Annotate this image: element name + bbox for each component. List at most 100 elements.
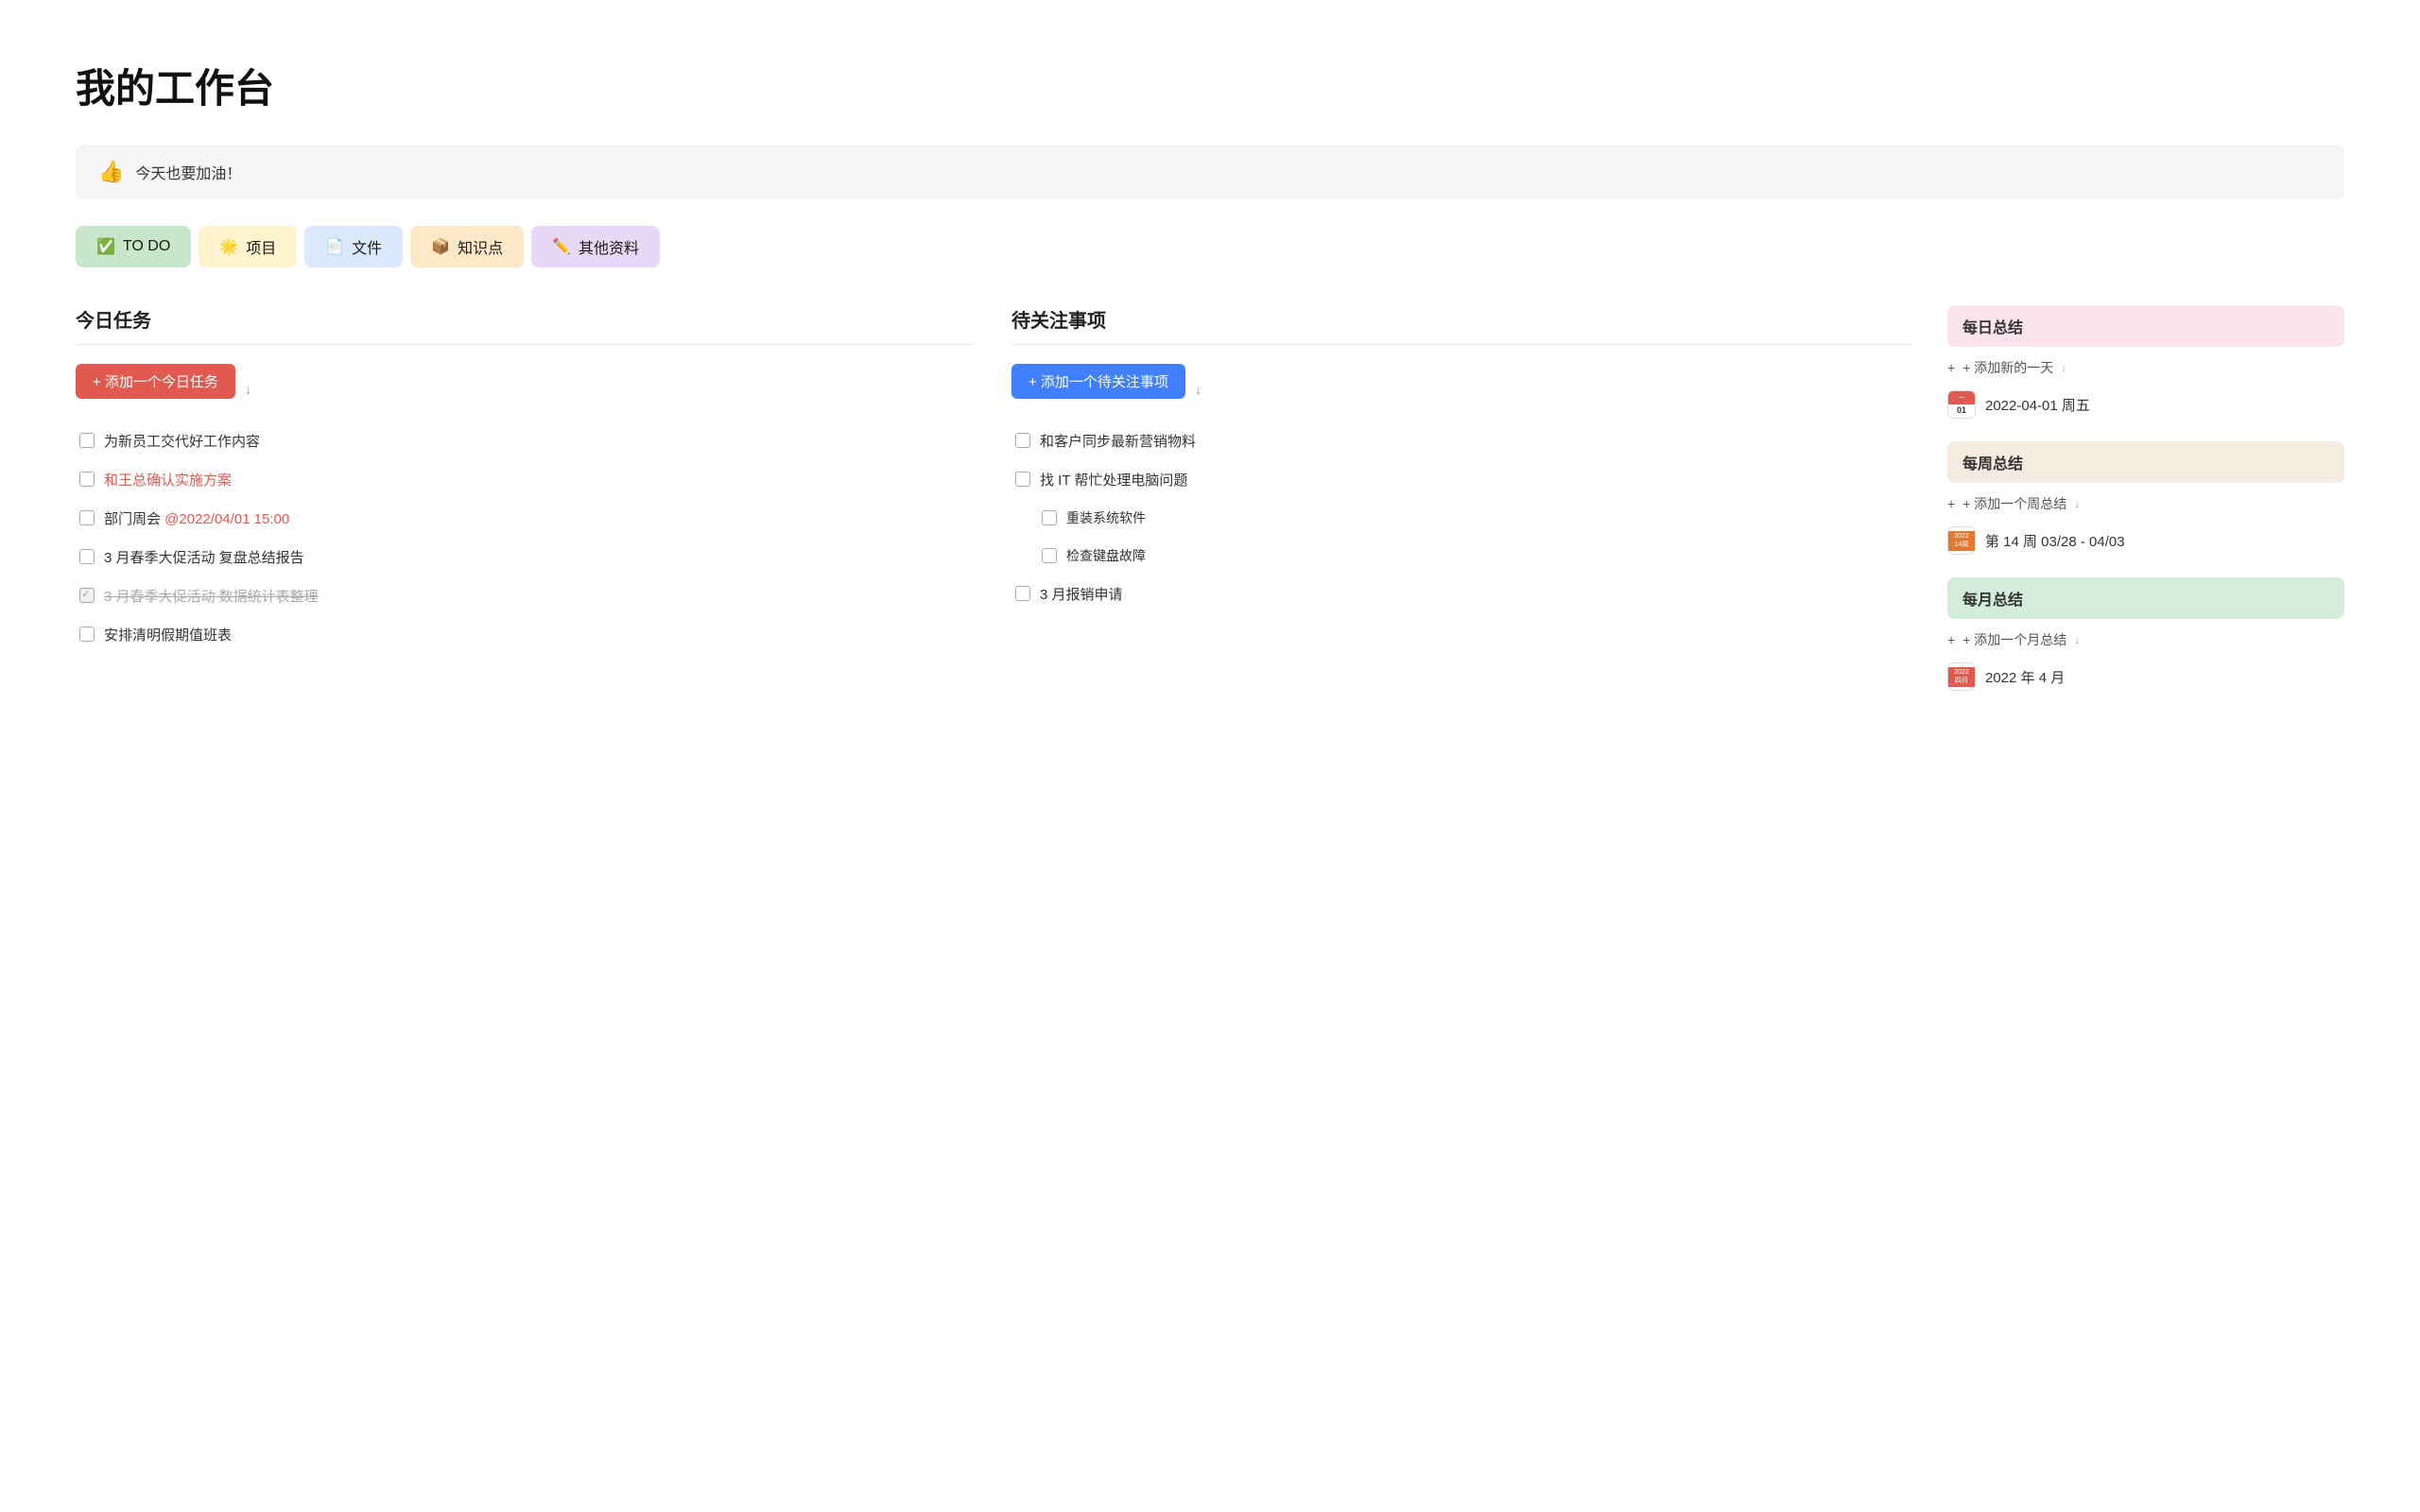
task-item: 为新员工交代好工作内容	[76, 421, 974, 460]
tab-file[interactable]: 📄 文件	[304, 226, 403, 267]
page-title: 我的工作台	[76, 57, 2344, 114]
date-mention: @2022/04/01 15:00	[164, 511, 289, 527]
pending-tasks-header: 待关注事项	[1011, 305, 1910, 345]
task-text: 部门周会 @2022/04/01 15:00	[104, 508, 289, 528]
task-checkbox[interactable]	[79, 433, 95, 448]
weekly-entry-text: 第 14 周 03/28 - 04/03	[1985, 531, 2125, 551]
main-content: 今日任务 + 添加一个今日任务 ↓ 为新员工交代好工作内容 和王总确认实施方案 …	[76, 305, 2344, 713]
task-checkbox[interactable]	[1015, 433, 1030, 448]
task-text: 找 IT 帮忙处理电脑问题	[1040, 470, 1187, 490]
tab-project[interactable]: 🌟 项目	[199, 226, 297, 267]
project-tab-label: 项目	[246, 235, 276, 258]
task-item: 和客户同步最新营销物料	[1011, 421, 1910, 460]
todo-tab-icon: ✅	[96, 237, 115, 256]
monthly-summary-header: 每月总结	[1947, 577, 2344, 619]
motivation-emoji: 👍	[98, 160, 124, 184]
file-tab-label: 文件	[352, 235, 382, 258]
tab-other[interactable]: ✏️ 其他资料	[531, 226, 660, 267]
task-item: 3 月报销申请	[1011, 575, 1910, 613]
monthly-add-arrow: ↓	[2074, 633, 2080, 646]
cal-top: 2022四月	[1948, 667, 1975, 687]
file-tab-icon: 📄	[325, 237, 344, 256]
daily-add-row[interactable]: + + 添加新的一天 ↓	[1947, 358, 2344, 377]
monthly-calendar-icon: 2022四月	[1947, 662, 1976, 691]
weekly-add-row[interactable]: + + 添加一个周总结 ↓	[1947, 494, 2344, 513]
monthly-entry: 2022四月 2022 年 4 月	[1947, 659, 2344, 695]
task-item: 3 月春季大促活动 复盘总结报告	[76, 538, 974, 576]
task-text: 和客户同步最新营销物料	[1040, 431, 1196, 451]
task-text: 安排清明假期值班表	[104, 625, 232, 644]
pending-task-list: 和客户同步最新营销物料 找 IT 帮忙处理电脑问题 重装系统软件 检查键盘故障 …	[1011, 421, 1910, 613]
today-tasks-header: 今日任务	[76, 305, 974, 345]
weekly-entry: 202214周 第 14 周 03/28 - 04/03	[1947, 523, 2344, 558]
task-checkbox[interactable]	[1042, 548, 1057, 563]
weekly-summary-header: 每周总结	[1947, 441, 2344, 483]
task-checkbox[interactable]	[1015, 586, 1030, 601]
task-checkbox[interactable]	[79, 627, 95, 642]
tab-knowledge[interactable]: 📦 知识点	[410, 226, 524, 267]
task-item: 部门周会 @2022/04/01 15:00	[76, 499, 974, 538]
daily-add-icon: +	[1947, 360, 1955, 375]
task-text: 3 月春季大促活动 复盘总结报告	[104, 547, 304, 567]
today-tasks-column: 今日任务 + 添加一个今日任务 ↓ 为新员工交代好工作内容 和王总确认实施方案 …	[76, 305, 974, 654]
pending-sort-icon[interactable]: ↓	[1195, 382, 1201, 397]
task-item: 找 IT 帮忙处理电脑问题	[1011, 460, 1910, 499]
task-text-completed: 3 月春季大促活动 数据统计表整理	[104, 586, 319, 606]
pending-add-row: + 添加一个待关注事项 ↓	[1011, 364, 1910, 414]
cal-top: 一	[1948, 391, 1975, 404]
today-add-row: + 添加一个今日任务 ↓	[76, 364, 974, 414]
summary-column: 每日总结 + + 添加新的一天 ↓ 一 01 2022-04-01 周五 每周总…	[1947, 305, 2344, 713]
motivation-text: 今天也要加油！	[135, 161, 241, 183]
weekly-calendar-icon: 202214周	[1947, 526, 1976, 555]
task-checkbox-completed[interactable]	[79, 588, 95, 603]
knowledge-tab-label: 知识点	[458, 235, 503, 258]
daily-calendar-icon: 一 01	[1947, 390, 1976, 419]
task-checkbox[interactable]	[79, 510, 95, 525]
add-pending-task-button[interactable]: + 添加一个待关注事项	[1011, 364, 1185, 399]
monthly-entry-text: 2022 年 4 月	[1985, 667, 2065, 687]
weekly-add-icon: +	[1947, 496, 1955, 511]
cal-bottom: 01	[1955, 404, 1968, 418]
task-item: 和王总确认实施方案	[76, 460, 974, 499]
monthly-summary-section: 每月总结 + + 添加一个月总结 ↓ 2022四月 2022 年 4 月	[1947, 577, 2344, 695]
weekly-summary-section: 每周总结 + + 添加一个周总结 ↓ 202214周 第 14 周 03/28 …	[1947, 441, 2344, 558]
task-text-red: 和王总确认实施方案	[104, 470, 232, 490]
task-text: 为新员工交代好工作内容	[104, 431, 260, 451]
task-checkbox[interactable]	[1015, 472, 1030, 487]
today-sort-icon[interactable]: ↓	[245, 382, 251, 397]
daily-summary-header: 每日总结	[1947, 305, 2344, 347]
knowledge-tab-icon: 📦	[431, 237, 450, 256]
tab-bar: ✅ TO DO 🌟 项目 📄 文件 📦 知识点 ✏️ 其他资料	[76, 226, 2344, 267]
add-today-task-button[interactable]: + 添加一个今日任务	[76, 364, 235, 399]
monthly-add-label: + 添加一个月总结	[1962, 630, 2066, 649]
other-tab-icon: ✏️	[552, 237, 571, 256]
task-text: 3 月报销申请	[1040, 584, 1123, 604]
project-tab-icon: 🌟	[219, 237, 238, 256]
sub-task-item: 检查键盘故障	[1038, 537, 1910, 575]
task-item-completed: 3 月春季大促活动 数据统计表整理	[76, 576, 974, 615]
sub-task-item: 重装系统软件	[1038, 499, 1910, 537]
tab-todo[interactable]: ✅ TO DO	[76, 226, 191, 267]
daily-summary-section: 每日总结 + + 添加新的一天 ↓ 一 01 2022-04-01 周五	[1947, 305, 2344, 422]
daily-add-label: + 添加新的一天	[1962, 358, 2053, 377]
motivation-banner: 👍 今天也要加油！	[76, 145, 2344, 199]
other-tab-label: 其他资料	[579, 235, 639, 258]
monthly-add-icon: +	[1947, 632, 1955, 647]
sub-task-list: 重装系统软件 检查键盘故障	[1011, 499, 1910, 575]
task-checkbox[interactable]	[1042, 510, 1057, 525]
daily-add-arrow: ↓	[2061, 361, 2066, 374]
daily-entry: 一 01 2022-04-01 周五	[1947, 387, 2344, 422]
daily-entry-text: 2022-04-01 周五	[1985, 395, 2090, 415]
task-checkbox[interactable]	[79, 549, 95, 564]
weekly-add-arrow: ↓	[2074, 497, 2080, 510]
todo-tab-label: TO DO	[123, 238, 170, 255]
monthly-add-row[interactable]: + + 添加一个月总结 ↓	[1947, 630, 2344, 649]
pending-tasks-column: 待关注事项 + 添加一个待关注事项 ↓ 和客户同步最新营销物料 找 IT 帮忙处…	[1011, 305, 1910, 613]
weekly-add-label: + 添加一个周总结	[1962, 494, 2066, 513]
today-task-list: 为新员工交代好工作内容 和王总确认实施方案 部门周会 @2022/04/01 1…	[76, 421, 974, 654]
task-text: 检查键盘故障	[1066, 546, 1146, 565]
task-item: 安排清明假期值班表	[76, 615, 974, 654]
task-checkbox[interactable]	[79, 472, 95, 487]
task-text: 重装系统软件	[1066, 508, 1146, 527]
cal-top: 202214周	[1948, 531, 1975, 551]
